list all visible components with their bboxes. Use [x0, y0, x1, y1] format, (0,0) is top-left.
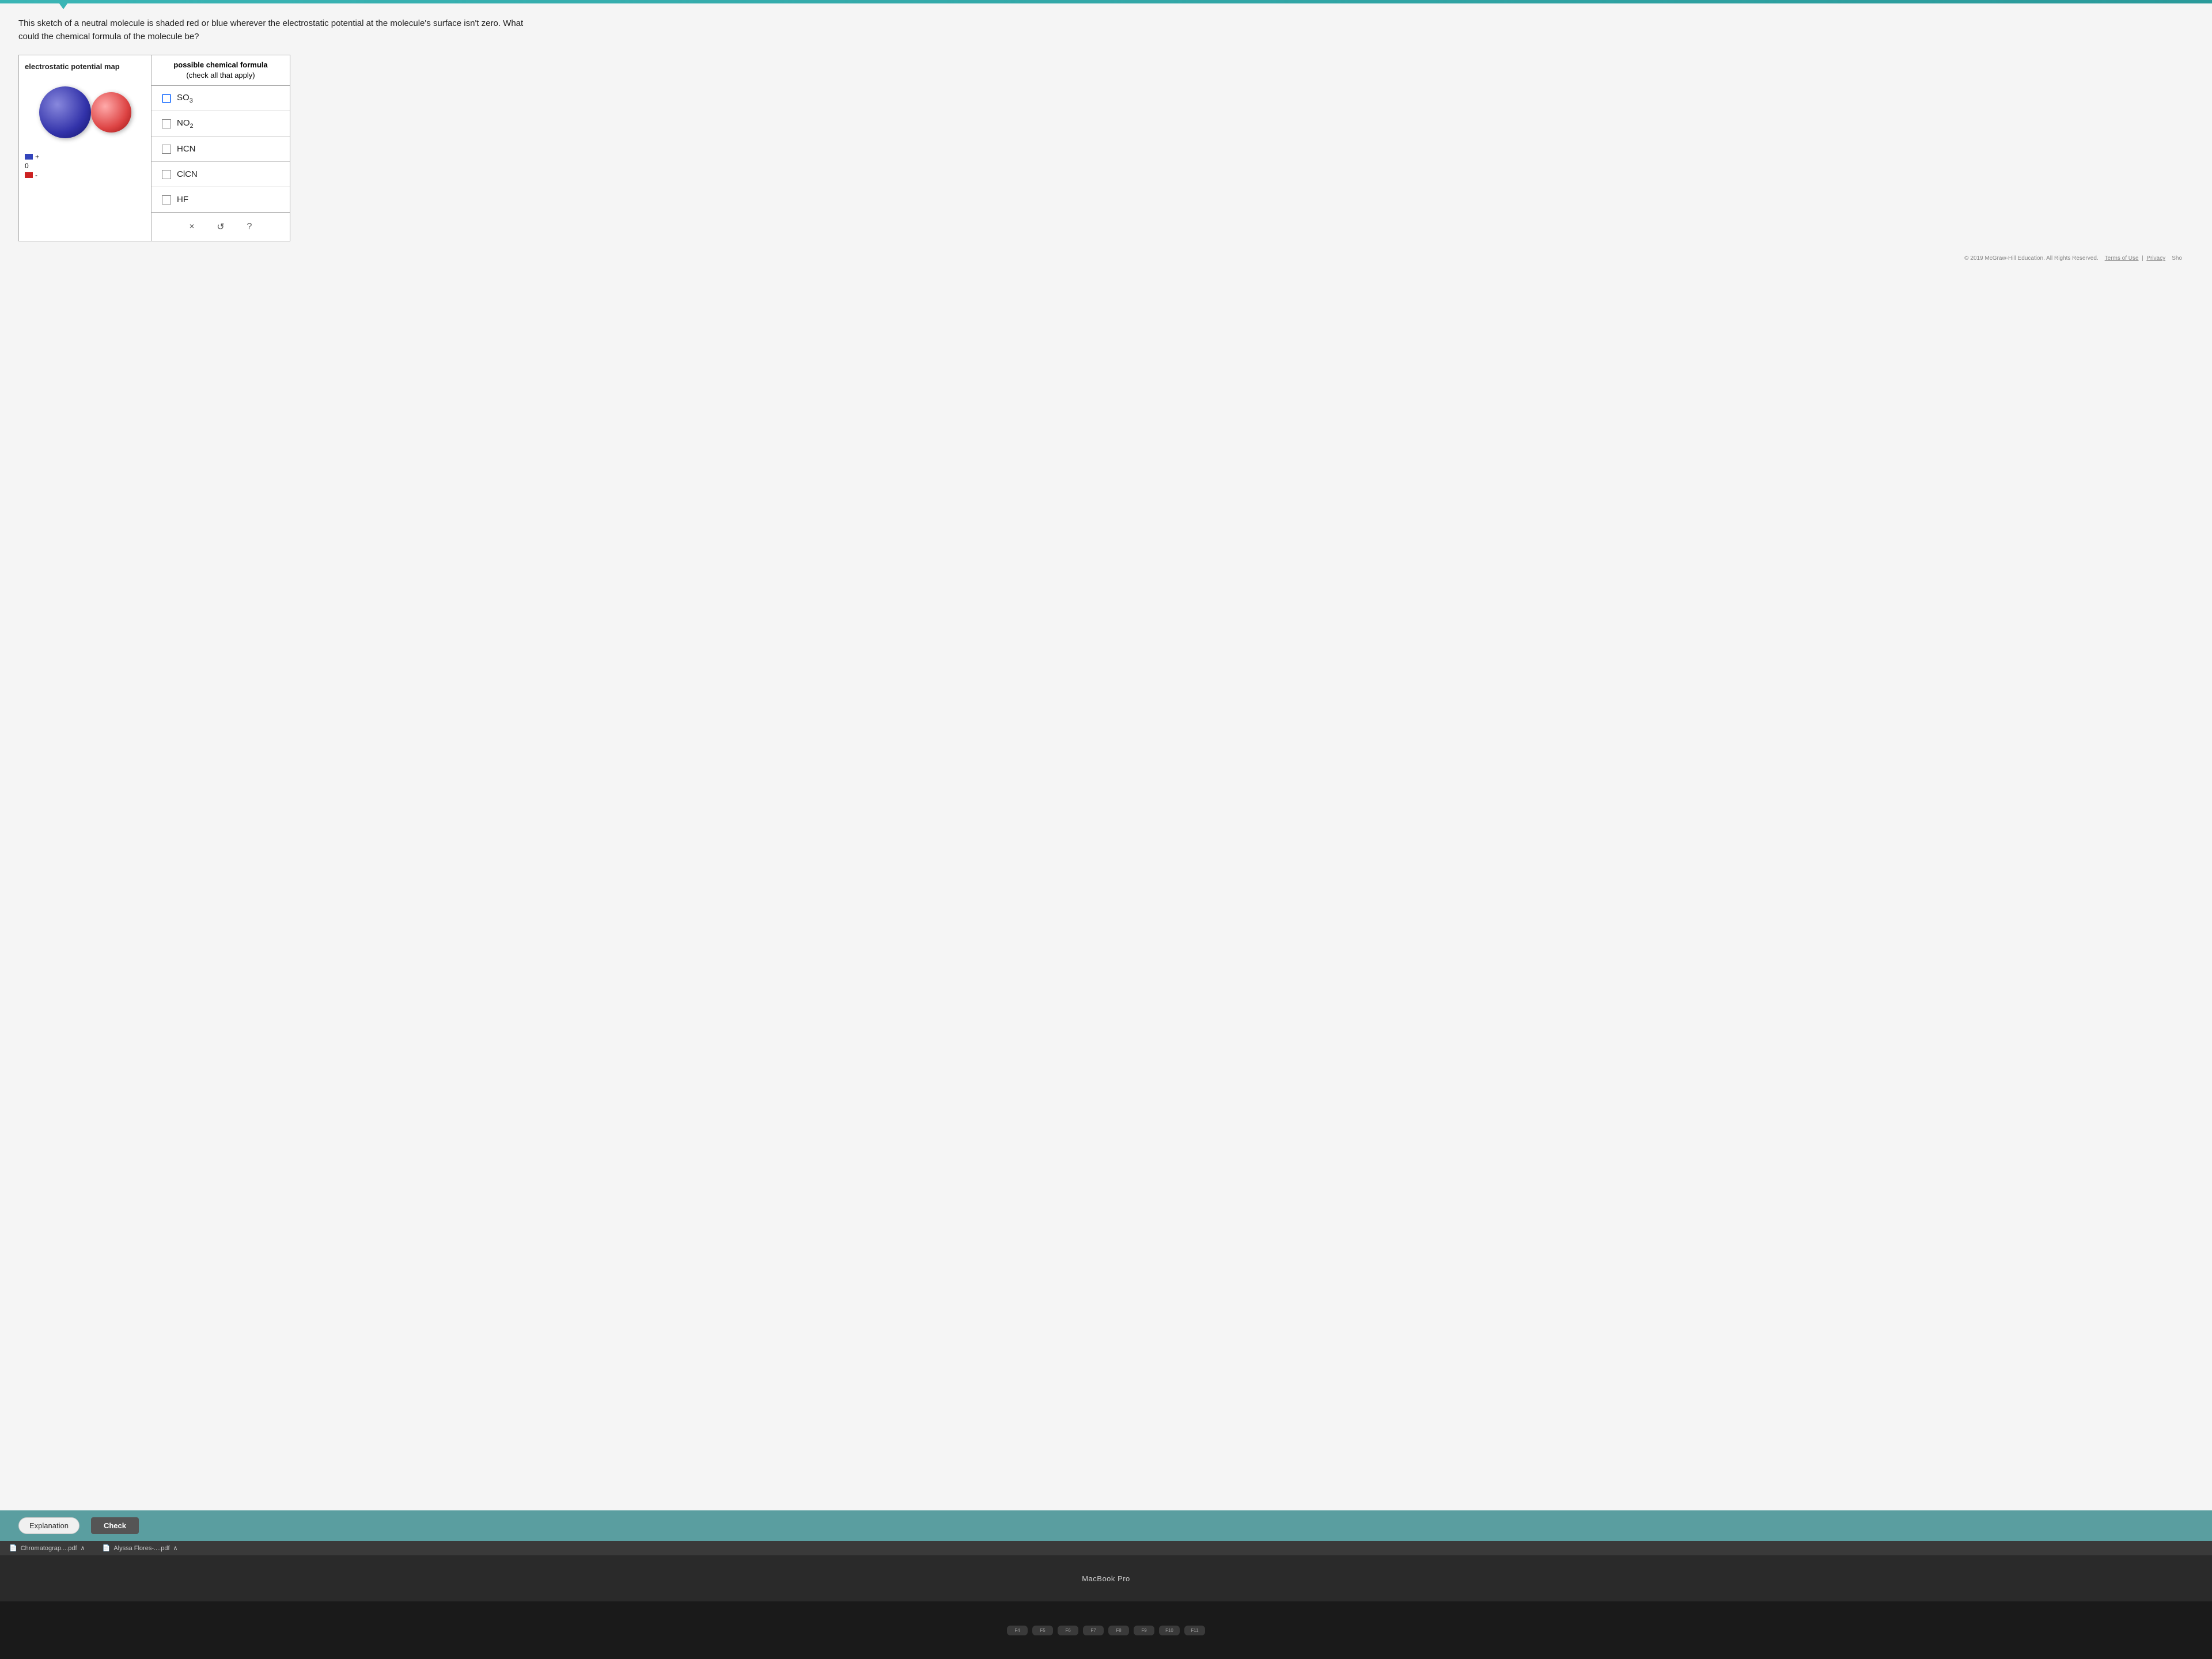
legend-red-box — [25, 172, 33, 178]
checkbox-so3[interactable] — [162, 94, 171, 103]
right-header-line2: (check all that apply) — [186, 71, 255, 79]
molecule-red-region — [91, 92, 131, 132]
file-tab-label-1: Chromatograp....pdf — [21, 1545, 77, 1552]
checkbox-hf[interactable] — [162, 195, 171, 204]
molecule-blue-region — [39, 86, 91, 138]
key-f6: F6 — [1058, 1626, 1078, 1635]
key-f7-label: F7 — [1086, 1628, 1100, 1633]
label-hf: HF — [177, 195, 188, 204]
option-row-so3: SO3 — [151, 86, 290, 111]
chevron-up-icon-2: ∧ — [173, 1544, 178, 1552]
checkbox-hcn[interactable] — [162, 145, 171, 154]
option-row-clcn: ClCN — [151, 162, 290, 187]
key-f5: F5 — [1032, 1626, 1053, 1635]
keyboard-area: F4 F5 F6 F7 F8 F9 F10 F11 — [0, 1601, 2212, 1659]
key-f10-label: F10 — [1162, 1628, 1176, 1633]
legend-zero: 0 — [25, 162, 39, 170]
key-f9: F9 — [1134, 1626, 1154, 1635]
legend-zero-label: 0 — [25, 162, 29, 170]
molecule-image — [33, 84, 137, 141]
file-tab-alyssa[interactable]: 📄 Alyssa Flores-....pdf ∧ — [103, 1544, 178, 1552]
option-row-hf: HF — [151, 187, 290, 213]
keyboard-row: F4 F5 F6 F7 F8 F9 F10 F11 — [1007, 1626, 1205, 1635]
bottom-action-bar: Explanation Check — [0, 1510, 2212, 1541]
file-tab-chromatograp[interactable]: 📄 Chromatograp....pdf ∧ — [9, 1544, 85, 1552]
copyright-text: © 2019 McGraw-Hill Education. All Rights… — [1964, 255, 2098, 262]
privacy-link[interactable]: Privacy — [2146, 255, 2165, 262]
key-f6-label: F6 — [1061, 1628, 1075, 1633]
main-content: This sketch of a neutral molecule is sha… — [0, 3, 2212, 1510]
dock-bar: MacBook Pro — [0, 1555, 2212, 1601]
label-hcn: HCN — [177, 144, 196, 154]
legend-minus-label: - — [35, 171, 37, 179]
key-f4-label: F4 — [1010, 1628, 1024, 1633]
file-icon-2: 📄 — [103, 1544, 111, 1552]
table-inner: electrostatic potential map + 0 — [19, 55, 290, 241]
checkbox-clcn[interactable] — [162, 170, 171, 179]
option-row-hcn: HCN — [151, 137, 290, 162]
right-column: possible chemical formula (check all tha… — [151, 55, 290, 241]
question-table: electrostatic potential map + 0 — [18, 55, 290, 241]
checkbox-no2[interactable] — [162, 119, 171, 128]
key-f5-label: F5 — [1036, 1628, 1050, 1633]
legend-blue-box — [25, 154, 33, 160]
label-so3: SO3 — [177, 93, 193, 104]
undo-button[interactable]: ↺ — [211, 218, 230, 236]
right-column-header: possible chemical formula (check all tha… — [151, 55, 290, 86]
legend-plus-label: + — [35, 153, 39, 161]
key-f10: F10 — [1159, 1626, 1180, 1635]
file-icon-1: 📄 — [9, 1544, 17, 1552]
dropdown-arrow — [58, 1, 69, 9]
action-row: × ↺ ? — [151, 213, 290, 241]
key-f9-label: F9 — [1137, 1628, 1151, 1633]
check-button[interactable]: Check — [91, 1517, 139, 1534]
legend-plus: + — [25, 153, 39, 161]
show-label: Sho — [2172, 255, 2182, 262]
option-row-no2: NO2 — [151, 111, 290, 137]
left-column-header: electrostatic potential map — [25, 62, 120, 71]
chevron-up-icon-1: ∧ — [81, 1544, 85, 1552]
help-button[interactable]: ? — [240, 218, 259, 236]
key-f8: F8 — [1108, 1626, 1129, 1635]
terms-of-use-link[interactable]: Terms of Use — [2105, 255, 2139, 262]
key-f7: F7 — [1083, 1626, 1104, 1635]
label-clcn: ClCN — [177, 169, 198, 179]
file-tab-label-2: Alyssa Flores-....pdf — [113, 1545, 169, 1552]
key-f11: F11 — [1184, 1626, 1205, 1635]
color-legend: + 0 - — [25, 153, 39, 179]
key-f11-label: F11 — [1188, 1628, 1202, 1633]
file-tabs-bar: 📄 Chromatograp....pdf ∧ 📄 Alyssa Flores-… — [0, 1541, 2212, 1555]
legend-minus: - — [25, 171, 39, 179]
key-f8-label: F8 — [1112, 1628, 1126, 1633]
copyright-area: © 2019 McGraw-Hill Education. All Rights… — [18, 255, 2194, 262]
question-text: This sketch of a neutral molecule is sha… — [18, 17, 537, 43]
clear-button[interactable]: × — [183, 218, 201, 236]
key-f4: F4 — [1007, 1626, 1028, 1635]
label-no2: NO2 — [177, 118, 194, 130]
explanation-button[interactable]: Explanation — [18, 1517, 79, 1534]
left-column: electrostatic potential map + 0 — [19, 55, 151, 241]
dock-label: MacBook Pro — [1082, 1574, 1130, 1583]
right-header-line1: possible chemical formula — [173, 60, 267, 69]
